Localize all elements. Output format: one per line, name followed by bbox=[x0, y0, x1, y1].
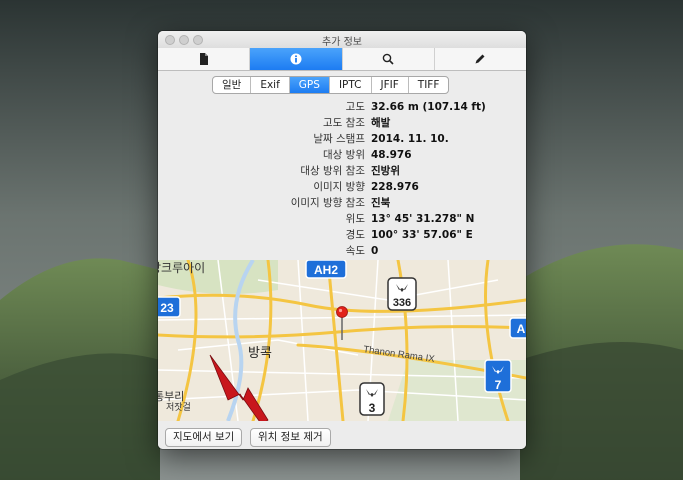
row-label: 날짜 스탬프 bbox=[313, 133, 365, 145]
magnifier-icon bbox=[382, 53, 394, 65]
row-value: 해발 bbox=[371, 117, 391, 129]
row-value: 진방위 bbox=[371, 165, 400, 177]
route-shield-ah2: AH2 bbox=[305, 260, 347, 279]
row-value: 13° 45' 31.278" N bbox=[371, 213, 475, 225]
gps-row-longitude: 경도 100° 33' 57.06" E bbox=[158, 227, 526, 243]
shield-label: 336 bbox=[393, 297, 411, 309]
gps-row-date-stamp: 날짜 스탬프 2014. 11. 10. bbox=[158, 131, 526, 147]
segment-tiff[interactable]: TIFF bbox=[409, 77, 449, 93]
row-value: 0 bbox=[371, 245, 379, 257]
row-value: 228.976 bbox=[371, 181, 419, 193]
metadata-segmented-control: 일반 Exif GPS IPTC JFIF TIFF bbox=[212, 76, 450, 94]
gps-row-speed: 속도 0 bbox=[158, 243, 526, 259]
route-shield-right-edge: A bbox=[509, 317, 526, 339]
row-label: 위도 bbox=[345, 213, 365, 225]
pencil-icon bbox=[475, 54, 485, 64]
tab-search[interactable] bbox=[343, 48, 435, 70]
row-value: 48.976 bbox=[371, 149, 412, 161]
segment-general[interactable]: 일반 bbox=[213, 77, 252, 93]
segment-exif[interactable]: Exif bbox=[251, 77, 290, 93]
route-shield-3: 3 bbox=[359, 382, 385, 416]
map-label-district-bottom2: 저잣걸 bbox=[166, 402, 191, 412]
row-value: 진북 bbox=[371, 197, 391, 209]
map-canvas: 방크루아이 방콕 통부리 저잣걸 Thanon Rama IX AH2 23 3… bbox=[158, 260, 526, 421]
gps-row-dest-bearing: 대상 방위 48.976 bbox=[158, 147, 526, 163]
shield-label: A bbox=[517, 322, 526, 336]
row-label: 속도 bbox=[345, 245, 365, 257]
gps-row-altitude: 고도 32.66 m (107.14 ft) bbox=[158, 99, 526, 115]
segment-gps[interactable]: GPS bbox=[289, 77, 330, 93]
tab-general-info[interactable] bbox=[158, 48, 251, 70]
row-label: 이미지 방향 bbox=[313, 181, 365, 193]
info-icon bbox=[290, 53, 302, 65]
row-value: 32.66 m (107.14 ft) bbox=[371, 101, 486, 113]
row-label: 대상 방위 참조 bbox=[300, 165, 365, 177]
map-label-district-top: 방크루아이 bbox=[158, 261, 205, 275]
segment-iptc[interactable]: IPTC bbox=[330, 77, 372, 93]
shield-label: 3 bbox=[369, 401, 376, 415]
shield-label: 23 bbox=[160, 301, 174, 315]
info-window: 추가 정보 일반 Exif GPS IPTC JFIF TIFF 고도 32.6… bbox=[158, 31, 526, 449]
title-bar: 추가 정보 bbox=[158, 31, 526, 49]
show-in-maps-button[interactable]: 지도에서 보기 bbox=[165, 428, 243, 447]
row-label: 이미지 방향 참조 bbox=[290, 197, 365, 209]
gps-row-img-direction-ref: 이미지 방향 참조 진북 bbox=[158, 195, 526, 211]
gps-row-latitude: 위도 13° 45' 31.278" N bbox=[158, 211, 526, 227]
row-value: 2014. 11. 10. bbox=[371, 133, 449, 145]
bottom-bar: 지도에서 보기 위치 정보 제거 bbox=[158, 421, 526, 449]
row-value: 100° 33' 57.06" E bbox=[371, 229, 473, 241]
location-map[interactable]: 방크루아이 방콕 통부리 저잣걸 Thanon Rama IX AH2 23 3… bbox=[158, 260, 526, 421]
shield-label: AH2 bbox=[314, 263, 338, 277]
tab-more-info[interactable] bbox=[250, 48, 343, 70]
row-label: 대상 방위 bbox=[323, 149, 365, 161]
row-label: 경도 bbox=[345, 229, 365, 241]
gps-row-img-direction: 이미지 방향 228.976 bbox=[158, 179, 526, 195]
row-label: 고도 bbox=[345, 101, 365, 113]
route-shield-7: 7 bbox=[484, 359, 512, 393]
document-icon bbox=[199, 53, 208, 65]
gps-row-dest-bearing-ref: 대상 방위 참조 진방위 bbox=[158, 163, 526, 179]
tab-edit[interactable] bbox=[435, 48, 526, 70]
route-shield-23: 23 bbox=[158, 296, 181, 318]
segment-jfif[interactable]: JFIF bbox=[372, 77, 409, 93]
shield-label: 7 bbox=[495, 378, 502, 392]
map-label-city: 방콕 bbox=[248, 345, 272, 360]
gps-row-altitude-ref: 고도 참조 해발 bbox=[158, 115, 526, 131]
window-title: 추가 정보 bbox=[322, 37, 362, 48]
remove-location-button[interactable]: 위치 정보 제거 bbox=[250, 428, 331, 447]
row-label: 고도 참조 bbox=[323, 117, 365, 129]
inspector-toolbar bbox=[158, 48, 526, 71]
route-shield-336: 336 bbox=[387, 277, 417, 311]
